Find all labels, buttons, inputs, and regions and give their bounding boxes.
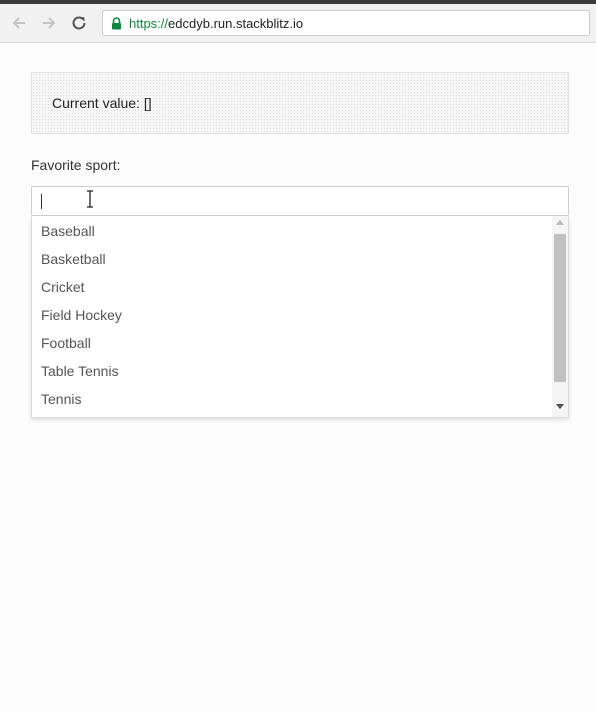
option-tennis[interactable]: Tennis [32, 385, 552, 413]
current-value-panel: Current value: [] [31, 72, 569, 134]
option-football[interactable]: Football [32, 329, 552, 357]
lock-icon [112, 17, 121, 30]
browser-toolbar: https://edcdyb.run.stackblitz.io [0, 4, 596, 43]
address-bar[interactable]: https://edcdyb.run.stackblitz.io [102, 10, 590, 36]
url-scheme: https:// [129, 16, 169, 31]
scrollbar-thumb[interactable] [554, 234, 566, 382]
back-button[interactable] [8, 12, 30, 34]
url-host: edcdyb.run.stackblitz.io [168, 16, 304, 31]
sport-options-dropdown[interactable]: Baseball Basketball Cricket Field Hockey… [31, 216, 569, 418]
option-basketball[interactable]: Basketball [32, 245, 552, 273]
forward-button[interactable] [38, 12, 60, 34]
option-field-hockey[interactable]: Field Hockey [32, 301, 552, 329]
forward-arrow-icon [43, 17, 56, 29]
reload-button[interactable] [68, 12, 90, 34]
dropdown-scrollbar[interactable] [552, 216, 568, 417]
option-table-tennis[interactable]: Table Tennis [32, 357, 552, 385]
favorite-sport-label: Favorite sport: [31, 157, 121, 173]
current-value-text: Current value: [] [52, 95, 152, 111]
back-arrow-icon [12, 17, 25, 29]
url-text: https://edcdyb.run.stackblitz.io [129, 16, 303, 31]
scroll-up-arrow-icon[interactable] [556, 220, 564, 225]
text-caret [41, 194, 42, 209]
option-cricket[interactable]: Cricket [32, 273, 552, 301]
favorite-sport-input[interactable] [31, 186, 569, 216]
option-baseball[interactable]: Baseball [32, 217, 552, 245]
reload-icon [72, 16, 86, 30]
scroll-down-arrow-icon[interactable] [556, 404, 564, 409]
ibeam-cursor-icon [87, 190, 93, 208]
